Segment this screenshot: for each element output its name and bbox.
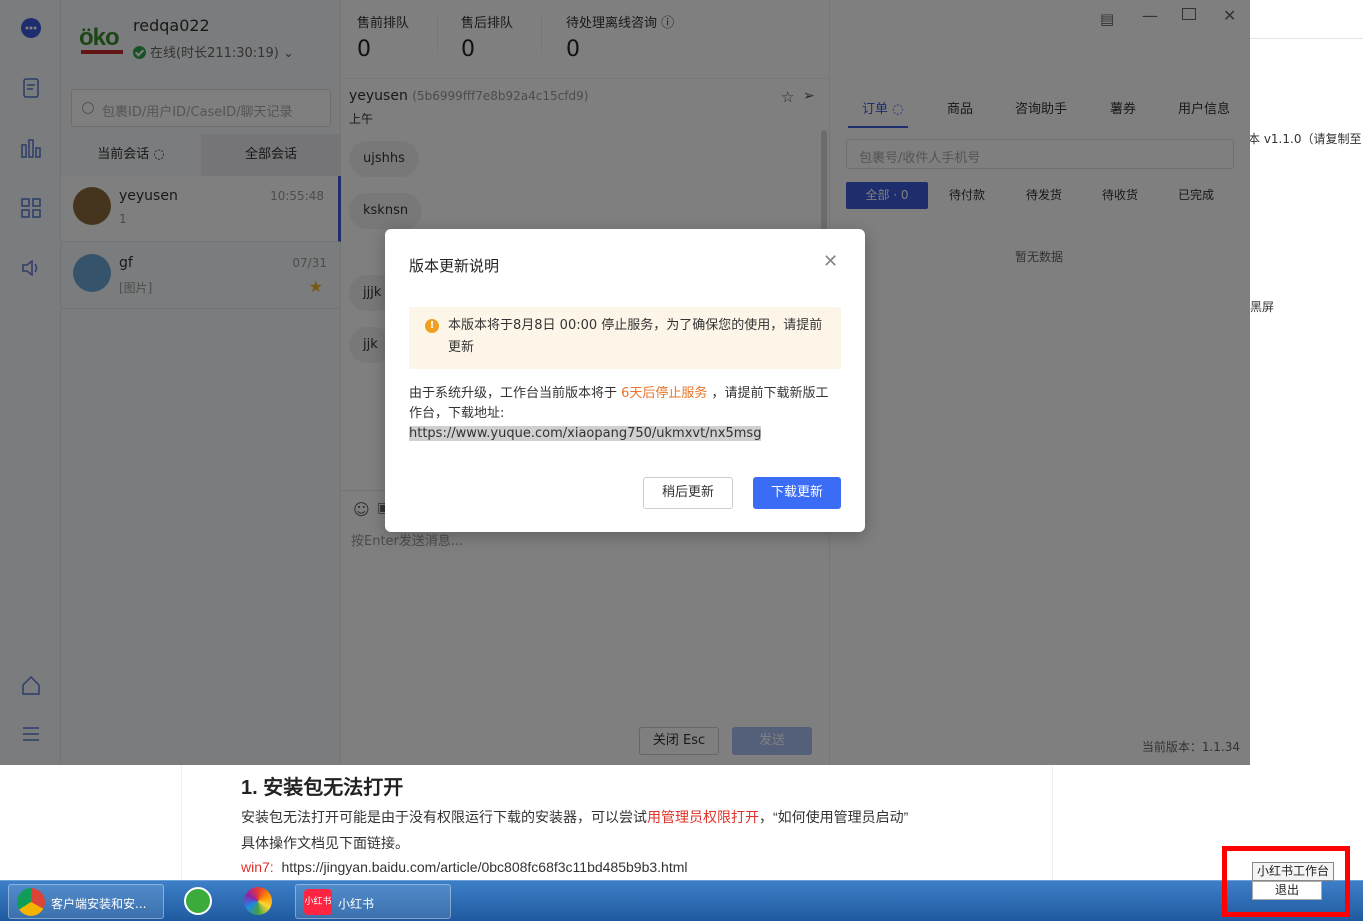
dialog-body: 由于系统升级，工作台当前版本将于 6天后停止服务 ，请提前下载新版工作台，下载地… bbox=[409, 386, 829, 441]
warning-banner: ! 本版本将于8月8日 00:00 停止服务，为了确保您的使用，请提前更新 bbox=[409, 307, 841, 369]
divider bbox=[1250, 38, 1363, 39]
doc-admin-link[interactable]: 用管理员权限打开 bbox=[647, 809, 759, 825]
warning-icon: ! bbox=[425, 319, 439, 333]
taskbar: 客户端安装和安... 小红书 小红书 bbox=[0, 880, 1363, 921]
chrome-icon bbox=[17, 888, 45, 916]
refresh-app-icon[interactable] bbox=[184, 887, 212, 915]
doc-heading: 1. 安装包无法打开 bbox=[241, 777, 404, 799]
doc-paragraph: 安装包无法打开可能是由于没有权限运行下载的安装器，可以尝试用管理员权限打开，“如… bbox=[241, 809, 909, 825]
doc-win7-line: win7: https://jingyan.baidu.com/article/… bbox=[241, 859, 688, 875]
doc-content: 1. 安装包无法打开 安装包无法打开可能是由于没有权限运行下载的安装器，可以尝试… bbox=[181, 765, 1053, 885]
background-version-text: 本 v1.1.0（请复制至 bbox=[1248, 132, 1362, 146]
update-later-button[interactable]: 稍后更新 bbox=[643, 477, 733, 509]
highlight-annotation bbox=[1222, 846, 1350, 917]
doc-paragraph-line2: 具体操作文档见下面链接。 bbox=[241, 835, 409, 851]
update-dialog: 版本更新说明 ✕ ! 本版本将于8月8日 00:00 停止服务，为了确保您的使用… bbox=[385, 229, 865, 532]
background-blackscreen-text: 黑屏 bbox=[1250, 300, 1275, 314]
doc-win7-link[interactable]: https://jingyan.baidu.com/article/0bc808… bbox=[281, 859, 687, 875]
download-update-button[interactable]: 下载更新 bbox=[753, 477, 841, 509]
dialog-title: 版本更新说明 bbox=[409, 257, 500, 275]
app-window: öko redqa022 在线(时长211:30:19) ⌄ 包裹ID/用户ID… bbox=[0, 0, 1250, 765]
pinwheel-app-icon[interactable] bbox=[244, 887, 272, 915]
taskbar-item-xiaohongshu[interactable]: 小红书 小红书 bbox=[295, 884, 451, 919]
close-icon[interactable]: ✕ bbox=[823, 253, 838, 271]
download-link[interactable]: https://www.yuque.com/xiaopang750/ukmxvt… bbox=[409, 426, 762, 441]
taskbar-item-chrome[interactable]: 客户端安装和安... bbox=[8, 884, 164, 919]
xiaohongshu-icon: 小红书 bbox=[304, 889, 332, 915]
